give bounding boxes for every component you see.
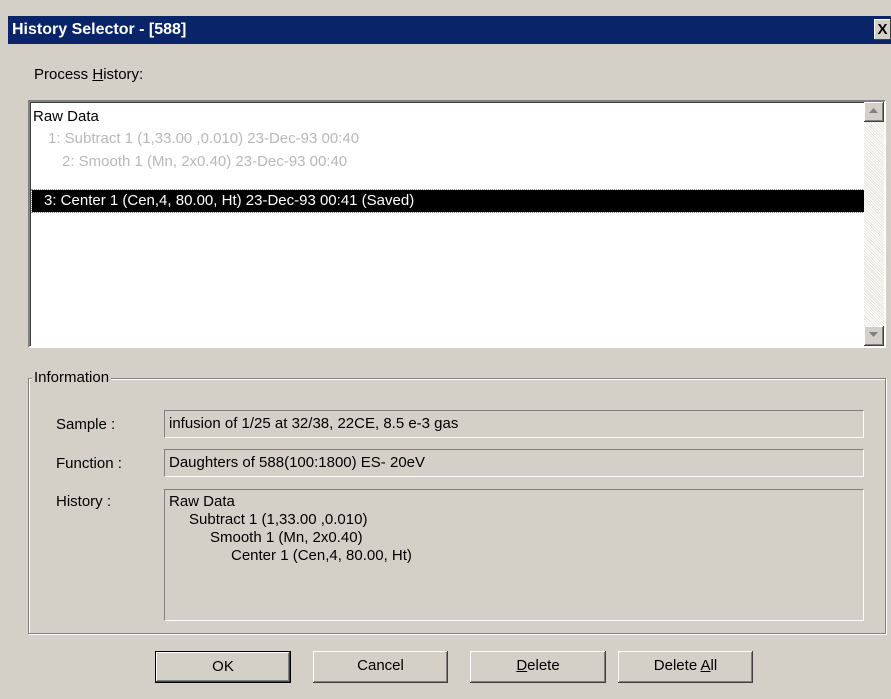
list-item-raw-data[interactable]: Raw Data	[33, 106, 99, 128]
process-history-list[interactable]: Raw Data 1: Subtract 1 (1,33.00 ,0.010) …	[28, 100, 886, 348]
title-bar: History Selector - [588] X	[8, 16, 891, 44]
delete-all-button[interactable]: Delete All	[618, 651, 753, 683]
arrow-up-icon	[869, 108, 878, 113]
scroll-up-button[interactable]	[864, 102, 884, 122]
cancel-button[interactable]: Cancel	[313, 651, 448, 683]
list-item-center-selected[interactable]: 3: Center 1 (Cen,4, 80.00, Ht) 23-Dec-93…	[31, 189, 867, 213]
list-item-subtract[interactable]: 1: Subtract 1 (1,33.00 ,0.010) 23-Dec-93…	[48, 128, 359, 150]
history-label: History :	[56, 493, 112, 510]
history-line: Subtract 1 (1,33.00 ,0.010)	[189, 511, 368, 528]
close-button[interactable]: X	[874, 19, 891, 40]
sample-label: Sample :	[56, 416, 116, 433]
scroll-down-button[interactable]	[864, 326, 884, 346]
arrow-down-icon	[869, 332, 878, 337]
function-field: Daughters of 588(100:1800) ES- 20eV	[164, 449, 864, 477]
delete-all-label-rest: ll	[710, 657, 718, 674]
history-field: Raw Data Subtract 1 (1,33.00 ,0.010) Smo…	[164, 489, 864, 621]
vertical-scrollbar[interactable]	[864, 102, 884, 346]
list-item-smooth[interactable]: 2: Smooth 1 (Mn, 2x0.40) 23-Dec-93 00:40	[62, 151, 347, 173]
delete-all-label: Delete	[653, 657, 701, 674]
process-history-label: Process History:	[34, 66, 143, 83]
function-label: Function :	[56, 455, 122, 472]
delete-label: elete	[527, 657, 560, 674]
history-line: Raw Data	[169, 493, 235, 510]
ok-button[interactable]: OK	[155, 651, 291, 683]
process-history-label-text: Process	[34, 66, 93, 83]
history-line: Center 1 (Cen,4, 80.00, Ht)	[231, 547, 412, 564]
delete-all-accel: A	[700, 657, 711, 674]
process-history-accel: H	[92, 66, 104, 83]
information-legend: Information	[32, 369, 112, 386]
history-line: Smooth 1 (Mn, 2x0.40)	[210, 529, 363, 546]
process-history-label-rest: istory:	[103, 66, 144, 83]
window-title: History Selector - [588]	[12, 21, 187, 38]
delete-button[interactable]: Delete	[470, 651, 606, 683]
close-icon: X	[877, 21, 888, 38]
delete-accel: D	[516, 657, 528, 674]
history-selector-dialog: History Selector - [588] X Process Histo…	[0, 0, 891, 699]
sample-field: infusion of 1/25 at 32/38, 22CE, 8.5 e-3…	[164, 410, 864, 438]
